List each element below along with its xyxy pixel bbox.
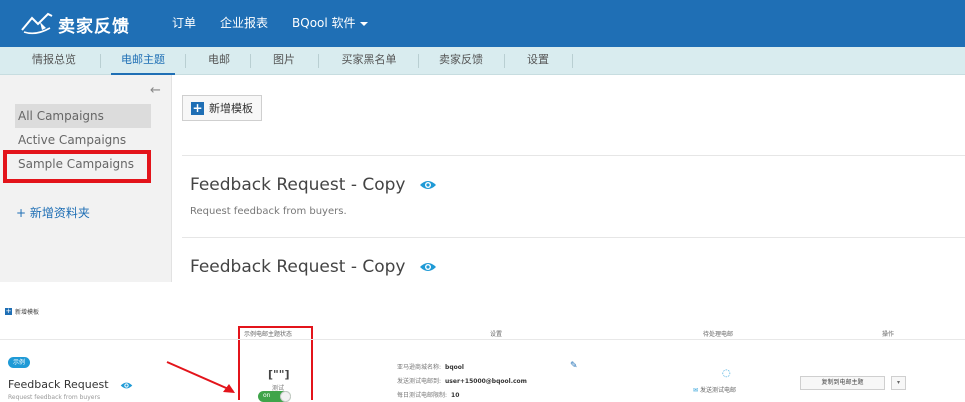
new-template-label: 新增模板 xyxy=(209,102,253,115)
main-content: + 新增模板 Feedback Request - Copy Request f… xyxy=(172,75,965,282)
setting-label: 亚马逊商城名称: xyxy=(397,364,442,371)
sample-campaign-panel: + 新增模板 示例电邮主题状态 设置 待处理电邮 操作 示例 Feedback … xyxy=(0,282,965,402)
campaign-title-text: Feedback Request xyxy=(8,378,109,391)
tab-emails[interactable]: 电邮 xyxy=(196,47,242,75)
add-folder-link[interactable]: + 新增资料夹 xyxy=(16,204,90,221)
divider xyxy=(250,54,251,68)
setting-value: bqool xyxy=(445,364,464,371)
send-test-email-link[interactable]: ✉ 发送测试电邮 xyxy=(693,385,736,394)
tab-buyer-blacklist[interactable]: 买家黑名单 xyxy=(330,47,408,75)
divider xyxy=(185,54,186,68)
campaign-title[interactable]: Feedback Request xyxy=(8,378,133,391)
new-template-label: 新增模板 xyxy=(15,309,40,316)
setting-value: user+15000@bqool.com xyxy=(445,378,527,385)
logo[interactable]: 卖家反馈 xyxy=(18,8,158,40)
divider xyxy=(0,339,965,340)
nav-software[interactable]: BQool 软件 xyxy=(280,0,380,47)
plus-icon: + xyxy=(5,307,12,315)
plus-icon: + xyxy=(191,100,204,115)
new-template-button[interactable]: + 新增模板 xyxy=(182,95,262,121)
sidebar-item-active-campaigns[interactable]: Active Campaigns xyxy=(18,133,126,147)
toggle-label: on xyxy=(263,392,271,399)
copy-to-campaign-button[interactable]: 复制到电邮主题 xyxy=(800,376,885,390)
status-toggle[interactable]: on xyxy=(258,391,291,402)
eye-icon[interactable] xyxy=(419,261,437,273)
setting-value: 10 xyxy=(451,392,460,399)
tab-settings[interactable]: 设置 xyxy=(514,47,562,75)
column-header-actions: 操作 xyxy=(882,331,895,338)
campaign-title-text: Feedback Request - Copy xyxy=(190,257,406,277)
annotation-arrow xyxy=(166,361,235,393)
divider xyxy=(182,155,965,156)
column-header-settings: 设置 xyxy=(490,331,503,338)
nav-software-label: BQool 软件 xyxy=(292,16,356,30)
status-glyph: [""] xyxy=(268,368,290,381)
chevron-down-icon[interactable]: ▾ xyxy=(891,376,906,390)
campaign-title[interactable]: Feedback Request - Copy xyxy=(190,175,437,195)
eye-icon[interactable] xyxy=(120,381,133,390)
sample-badge: 示例 xyxy=(8,357,30,368)
new-template-button-small[interactable]: + 新增模板 xyxy=(5,307,39,316)
divider xyxy=(418,54,419,68)
sidebar-item-all-campaigns[interactable]: All Campaigns xyxy=(18,109,104,123)
campaign-title[interactable]: Feedback Request - Copy xyxy=(190,257,437,277)
divider xyxy=(572,54,573,68)
setting-label: 每日测试电邮限制: xyxy=(397,392,448,399)
toggle-knob xyxy=(280,391,291,402)
brand-name: 卖家反馈 xyxy=(58,16,130,37)
send-test-label: 发送测试电邮 xyxy=(699,387,736,394)
loading-spinner-icon: ◌ xyxy=(722,368,731,379)
nav-orders[interactable]: 订单 xyxy=(160,0,208,47)
chevron-down-icon xyxy=(359,21,368,26)
envelope-icon: ✉ xyxy=(693,387,699,394)
tab-overview[interactable]: 情报总览 xyxy=(14,47,94,75)
top-bar: 卖家反馈 订单 企业报表 BQool 软件 xyxy=(0,0,965,47)
setting-daily-limit: 每日测试电邮限制: 10 xyxy=(397,390,459,399)
pencil-icon[interactable]: ✎ xyxy=(570,361,578,371)
annotation-highlight-box xyxy=(3,150,151,183)
campaign-desc: Request feedback from buyers. xyxy=(190,206,347,217)
divider xyxy=(318,54,319,68)
top-nav: 订单 企业报表 BQool 软件 xyxy=(160,0,380,47)
column-header-pending: 待处理电邮 xyxy=(703,331,734,338)
tab-email-campaigns[interactable]: 电邮主题 xyxy=(111,47,175,75)
arrow-left-icon[interactable]: ← xyxy=(150,83,161,98)
campaign-title-text: Feedback Request - Copy xyxy=(190,175,406,195)
divider xyxy=(504,54,505,68)
nav-reports[interactable]: 企业报表 xyxy=(208,0,280,47)
setting-label: 发送测试电邮到: xyxy=(397,378,442,385)
eye-icon[interactable] xyxy=(419,179,437,191)
column-header-status: 示例电邮主题状态 xyxy=(244,331,293,338)
setting-marketplace: 亚马逊商城名称: bqool xyxy=(397,362,464,371)
divider xyxy=(182,237,965,238)
setting-test-email: 发送测试电邮到: user+15000@bqool.com xyxy=(397,376,527,385)
sub-nav: 情报总览 电邮主题 电邮 图片 买家黑名单 卖家反馈 设置 xyxy=(0,47,965,75)
tab-seller-feedback[interactable]: 卖家反馈 xyxy=(428,47,494,75)
divider xyxy=(100,54,101,68)
tab-images[interactable]: 图片 xyxy=(260,47,308,75)
logo-icon xyxy=(21,12,53,35)
